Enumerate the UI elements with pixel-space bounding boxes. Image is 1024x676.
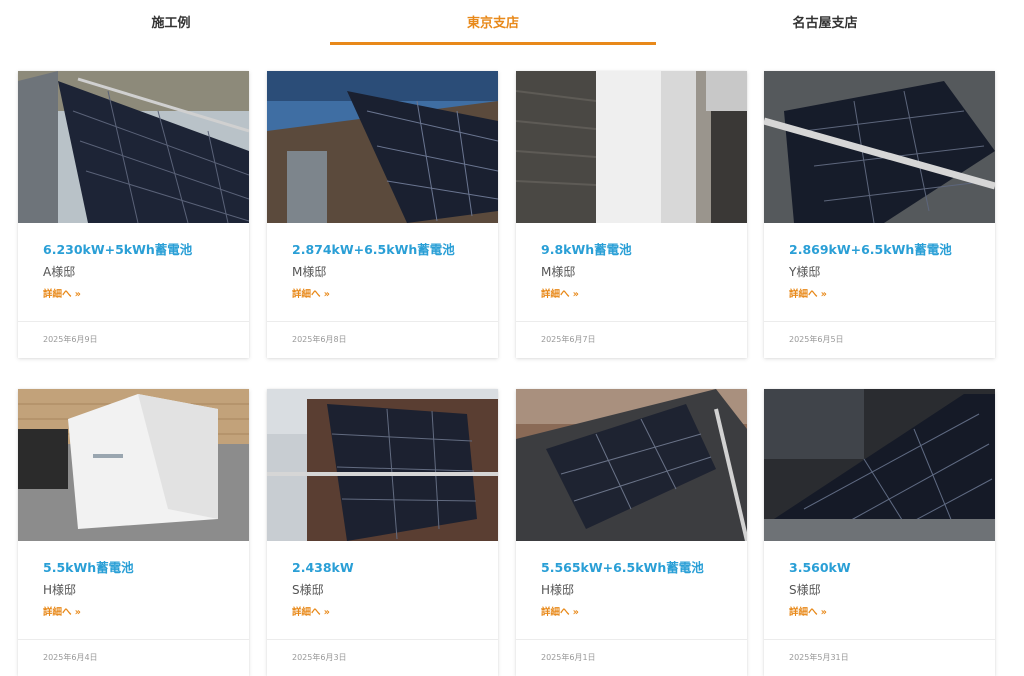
case-card[interactable]: 3.560kW S様邸 詳細へ » 2025年5月31日	[764, 389, 995, 676]
case-date: 2025年6月7日	[516, 321, 747, 358]
case-title: 9.8kWh蓄電池	[541, 242, 632, 257]
tab-tokyo-branch[interactable]: 東京支店	[330, 12, 656, 46]
case-date: 2025年6月1日	[516, 639, 747, 676]
case-owner: A様邸	[43, 265, 76, 279]
case-title: 5.565kW+6.5kWh蓄電池	[541, 560, 704, 575]
case-owner: H様邸	[541, 583, 575, 597]
case-date: 2025年6月3日	[267, 639, 498, 676]
case-title: 2.438kW	[292, 560, 354, 575]
case-title: 5.5kWh蓄電池	[43, 560, 134, 575]
battery-unit-photo	[18, 389, 249, 541]
case-owner: M様邸	[292, 265, 327, 279]
detail-link[interactable]: 詳細へ »	[43, 605, 81, 621]
tab-examples[interactable]: 施工例	[8, 12, 334, 46]
solar-roof-photo	[267, 389, 498, 541]
case-date: 2025年5月31日	[764, 639, 995, 676]
case-card[interactable]: 6.230kW+5kWh蓄電池 A様邸 詳細へ » 2025年6月9日	[18, 71, 249, 358]
case-card[interactable]: 2.874kW+6.5kWh蓄電池 M様邸 詳細へ » 2025年6月8日	[267, 71, 498, 358]
detail-link[interactable]: 詳細へ »	[541, 605, 579, 621]
case-card[interactable]: 2.869kW+6.5kWh蓄電池 Y様邸 詳細へ » 2025年6月5日	[764, 71, 995, 358]
solar-roof-photo	[267, 71, 498, 223]
case-title: 2.869kW+6.5kWh蓄電池	[789, 242, 952, 257]
case-title: 3.560kW	[789, 560, 851, 575]
detail-link[interactable]: 詳細へ »	[292, 605, 330, 621]
case-title: 2.874kW+6.5kWh蓄電池	[292, 242, 455, 257]
detail-link[interactable]: 詳細へ »	[43, 287, 81, 303]
case-card[interactable]: 2.438kW S様邸 詳細へ » 2025年6月3日	[267, 389, 498, 676]
case-owner: M様邸	[541, 265, 576, 279]
active-tab-indicator	[330, 42, 656, 45]
case-date: 2025年6月4日	[18, 639, 249, 676]
case-owner: S様邸	[292, 583, 324, 597]
case-date: 2025年6月5日	[764, 321, 995, 358]
case-owner: S様邸	[789, 583, 821, 597]
solar-roof-photo	[764, 71, 995, 223]
case-card[interactable]: 9.8kWh蓄電池 M様邸 詳細へ » 2025年6月7日	[516, 71, 747, 358]
solar-roof-photo	[516, 389, 747, 541]
detail-link[interactable]: 詳細へ »	[789, 605, 827, 621]
tab-nagoya-branch[interactable]: 名古屋支店	[662, 12, 988, 46]
case-owner: H様邸	[43, 583, 77, 597]
case-card[interactable]: 5.5kWh蓄電池 H様邸 詳細へ » 2025年6月4日	[18, 389, 249, 676]
solar-roof-photo	[764, 389, 995, 541]
case-owner: Y様邸	[789, 265, 821, 279]
case-title: 6.230kW+5kWh蓄電池	[43, 242, 193, 257]
case-date: 2025年6月8日	[267, 321, 498, 358]
case-date: 2025年6月9日	[18, 321, 249, 358]
case-card[interactable]: 5.565kW+6.5kWh蓄電池 H様邸 詳細へ » 2025年6月1日	[516, 389, 747, 676]
solar-roof-photo	[18, 71, 249, 223]
detail-link[interactable]: 詳細へ »	[292, 287, 330, 303]
battery-unit-photo	[516, 71, 747, 223]
detail-link[interactable]: 詳細へ »	[541, 287, 579, 303]
branch-tabs: 施工例 東京支店 名古屋支店	[0, 0, 1024, 48]
detail-link[interactable]: 詳細へ »	[789, 287, 827, 303]
